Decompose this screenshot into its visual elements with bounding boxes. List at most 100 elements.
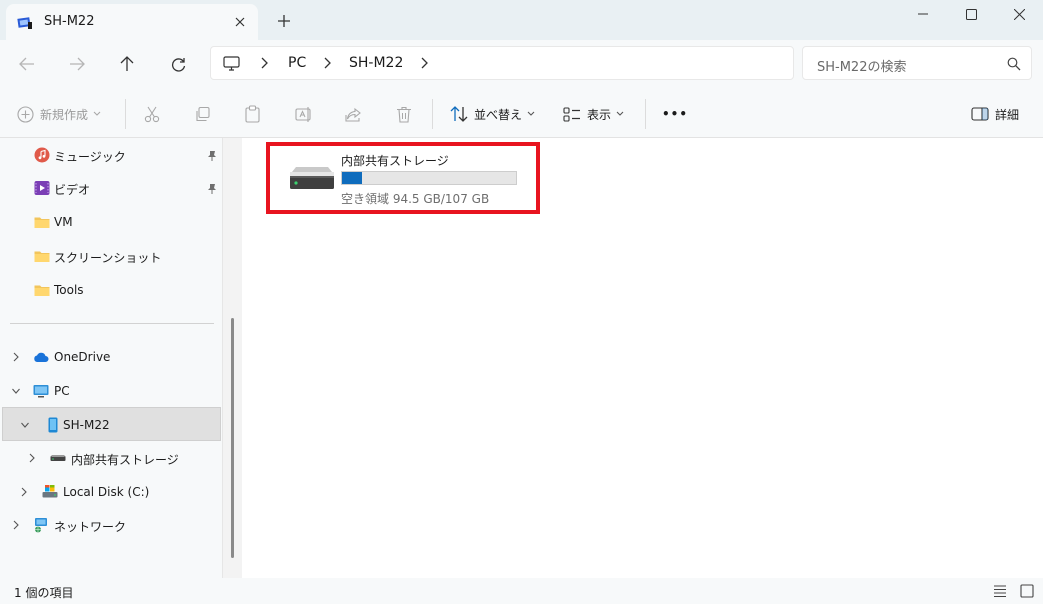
sort-button-label: 並べ替え — [474, 107, 523, 122]
storage-icon — [50, 455, 66, 461]
close-tab-button[interactable] — [228, 10, 252, 34]
monitor-icon — [223, 56, 240, 71]
address-box[interactable]: PC SH-M22 — [210, 46, 794, 80]
chevron-right-icon — [324, 57, 331, 69]
sidebar-item-label: VM — [54, 215, 73, 229]
sidebar-item-video[interactable]: ビデオ — [0, 171, 222, 205]
drive-tile-internal-storage[interactable]: 内部共有ストレージ 空き領域 94.5 GB/107 GB — [266, 142, 540, 214]
scissors-icon — [144, 106, 160, 123]
pin-icon — [208, 184, 216, 194]
sidebar-item-onedrive[interactable]: OneDrive — [0, 340, 222, 374]
sidebar-item-screenshots[interactable]: スクリーンショット — [0, 239, 222, 273]
view-list-icon — [563, 106, 580, 122]
arrow-right-icon — [70, 57, 85, 71]
breadcrumb-pc[interactable]: PC — [288, 55, 306, 71]
tab-sh-m22[interactable]: SH-M22 — [6, 4, 258, 40]
sidebar-item-label: ネットワーク — [54, 520, 127, 534]
forward-button[interactable] — [62, 50, 92, 78]
status-bar: 1 個の項目 — [0, 578, 1043, 604]
plus-icon — [278, 15, 290, 27]
close-window-button[interactable] — [995, 0, 1043, 28]
sort-button[interactable]: 並べ替え — [450, 102, 535, 126]
sidebar-item-tools[interactable]: Tools — [0, 273, 222, 307]
toolbar-divider — [645, 99, 646, 129]
file-view: 内部共有ストレージ 空き領域 94.5 GB/107 GB — [243, 138, 1043, 578]
title-bar: SH-M22 — [0, 0, 1043, 40]
sidebar-item-network[interactable]: ネットワーク — [0, 508, 222, 542]
copy-button[interactable] — [194, 102, 211, 126]
drive-icon — [290, 167, 334, 189]
chevron-down-icon[interactable] — [20, 419, 30, 431]
sidebar-item-label: スクリーンショット — [54, 251, 162, 265]
pc-icon — [33, 385, 49, 398]
maximize-button[interactable] — [947, 0, 995, 28]
chevron-down-icon — [93, 111, 101, 116]
minimize-button[interactable] — [899, 0, 947, 28]
plus-circle-icon — [17, 105, 34, 123]
device-icon — [17, 17, 32, 29]
sidebar-item-pc[interactable]: PC — [0, 374, 222, 408]
arrow-left-icon — [19, 57, 34, 71]
cut-button[interactable] — [143, 102, 161, 126]
breadcrumb-sh-m22[interactable]: SH-M22 — [349, 55, 403, 71]
folder-icon — [34, 285, 50, 296]
chevron-down-icon — [527, 111, 535, 116]
back-button[interactable] — [12, 50, 42, 78]
toolbar-divider — [125, 99, 126, 129]
clipboard-icon — [245, 105, 260, 123]
sidebar-item-internal-storage[interactable]: 内部共有ストレージ — [0, 441, 222, 475]
chevron-down-icon[interactable] — [11, 385, 21, 397]
new-button[interactable]: 新規作成 — [17, 102, 101, 126]
details-view-icon[interactable] — [992, 583, 1008, 599]
cloud-icon — [34, 352, 49, 362]
refresh-button[interactable] — [163, 50, 193, 78]
chevron-right-icon[interactable] — [11, 519, 21, 531]
scrollbar-thumb[interactable] — [231, 318, 234, 558]
folder-icon — [34, 217, 50, 228]
sidebar-item-local-disk[interactable]: Local Disk (C:) — [0, 475, 222, 509]
folder-icon — [34, 251, 50, 262]
more-options-button[interactable]: ••• — [662, 102, 688, 126]
share-button[interactable] — [345, 102, 363, 126]
command-bar: 新規作成 並べ替え 表示 ••• 詳細 — [0, 89, 1043, 138]
view-button[interactable]: 表示 — [563, 102, 624, 126]
toolbar-divider — [432, 99, 433, 129]
sidebar-item-label: SH-M22 — [63, 418, 110, 432]
drive-name: 内部共有ストレージ — [341, 154, 449, 168]
paste-button[interactable] — [244, 102, 261, 126]
search-input[interactable]: SH-M22の検索 — [817, 56, 906, 75]
sidebar-item-label: 内部共有ストレージ — [71, 453, 179, 467]
more-icon: ••• — [662, 107, 689, 121]
chevron-right-icon[interactable] — [418, 56, 430, 70]
refresh-icon — [171, 57, 185, 72]
copy-icon — [196, 106, 210, 121]
address-bar-row: PC SH-M22 SH-M22の検索 — [0, 40, 1043, 89]
share-icon — [345, 107, 361, 122]
rename-button[interactable] — [295, 102, 313, 126]
maximize-icon — [965, 8, 977, 20]
sidebar-item-vm[interactable]: VM — [0, 205, 222, 239]
sidebar-item-label: ミュージック — [54, 150, 126, 164]
rename-icon — [295, 106, 311, 122]
up-button[interactable] — [112, 50, 142, 78]
delete-button[interactable] — [396, 102, 412, 126]
sidebar-item-label: PC — [54, 384, 70, 398]
chevron-right-icon[interactable] — [11, 351, 21, 363]
tab-title: SH-M22 — [44, 14, 95, 29]
chevron-down-icon — [616, 111, 624, 116]
chevron-right-icon[interactable] — [27, 452, 37, 464]
tiles-view-icon[interactable] — [1019, 583, 1035, 599]
drive-usage-fill — [342, 172, 363, 184]
sidebar-scrollbar[interactable] — [222, 138, 242, 578]
view-button-label: 表示 — [587, 107, 612, 122]
minimize-icon — [918, 13, 928, 15]
details-pane-button[interactable]: 詳細 — [971, 102, 1019, 126]
video-icon — [34, 181, 50, 195]
sidebar-item-sh-m22[interactable]: SH-M22 — [2, 407, 221, 441]
sidebar-item-music[interactable]: ミュージック — [0, 138, 222, 172]
new-tab-button[interactable] — [272, 9, 296, 33]
navigation-pane: ミュージック ビデオ VM スクリーンショット Tools OneDrive P… — [0, 138, 222, 578]
music-icon — [34, 147, 50, 163]
search-box[interactable]: SH-M22の検索 — [802, 46, 1032, 80]
chevron-right-icon[interactable] — [19, 486, 29, 498]
